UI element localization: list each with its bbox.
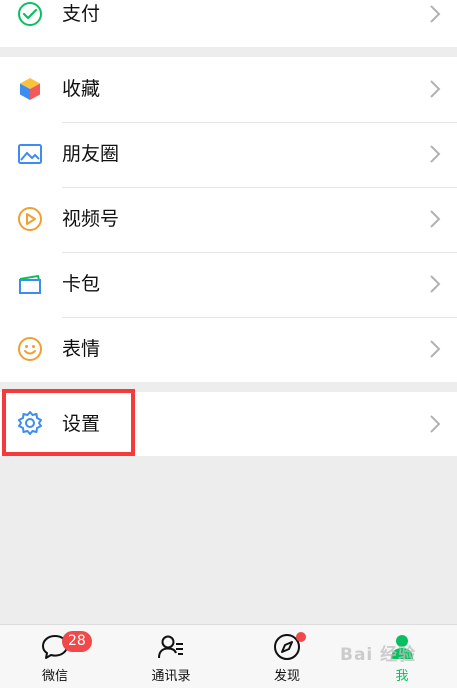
tab-label: 微信 — [41, 669, 68, 684]
pay-section: 支付 — [0, 0, 457, 47]
new-moments-dot — [296, 632, 306, 642]
tab-discover[interactable]: 发现 — [247, 625, 327, 688]
menu-row-moments[interactable]: 朋友圈 — [0, 122, 457, 187]
baidu-watermark: Bai 经验 — [340, 645, 417, 665]
menu-row-label: 表情 — [62, 338, 101, 360]
tab-label: 发现 — [273, 669, 300, 684]
menu-row-label: 收藏 — [62, 78, 101, 100]
chevron-right-icon — [429, 209, 441, 229]
sticker-smile-icon — [16, 335, 44, 363]
menu-row-favorites[interactable]: 收藏 — [0, 57, 457, 122]
wechat-pay-icon — [16, 0, 44, 28]
moments-photo-icon — [16, 140, 44, 168]
features-section: 收藏 朋友圈 视频号 卡包 表情 — [0, 57, 457, 382]
tab-label: 通讯录 — [151, 669, 191, 684]
unread-count-badge: 28 — [62, 631, 92, 652]
tab-contacts[interactable]: 通讯录 — [131, 625, 211, 688]
chevron-right-icon — [429, 4, 441, 24]
channels-play-icon — [16, 205, 44, 233]
chevron-right-icon — [429, 274, 441, 294]
menu-row-stickers[interactable]: 表情 — [0, 317, 457, 382]
favorites-cube-icon — [16, 75, 44, 103]
card-wallet-icon — [16, 270, 44, 298]
menu-row-channels[interactable]: 视频号 — [0, 187, 457, 252]
chevron-right-icon — [429, 339, 441, 359]
menu-row-label: 朋友圈 — [62, 143, 120, 165]
menu-row-label: 支付 — [62, 3, 101, 25]
settings-highlight-box — [2, 389, 135, 456]
menu-row-pay[interactable]: 支付 — [0, 0, 457, 47]
tab-label: 我 — [395, 669, 409, 684]
contacts-icon — [156, 632, 186, 662]
chevron-right-icon — [429, 79, 441, 99]
chevron-right-icon — [429, 414, 441, 434]
menu-row-label: 卡包 — [62, 273, 101, 295]
menu-row-label: 视频号 — [62, 208, 120, 230]
menu-row-cards[interactable]: 卡包 — [0, 252, 457, 317]
chevron-right-icon — [429, 144, 441, 164]
